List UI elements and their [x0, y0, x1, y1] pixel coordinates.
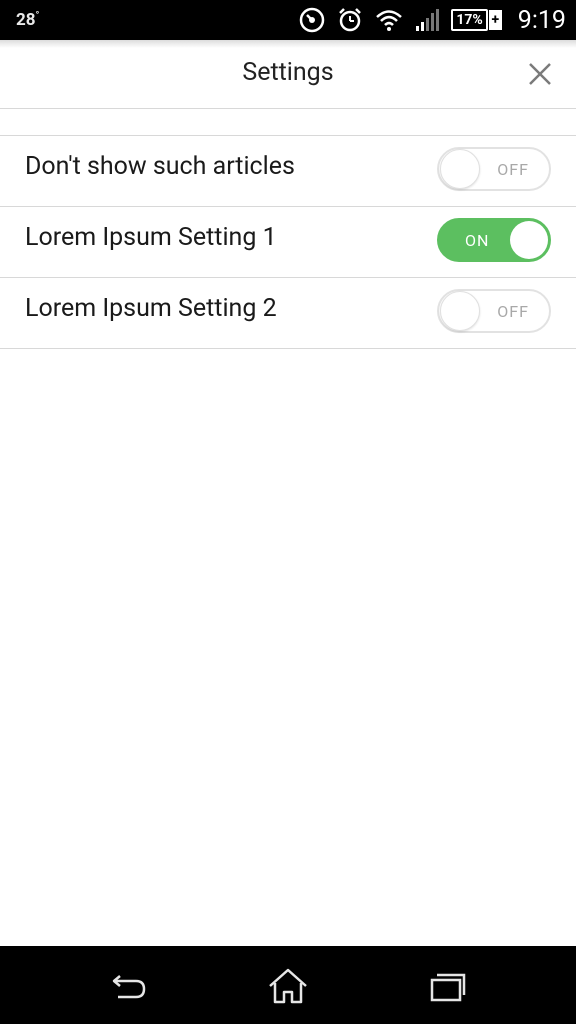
signal-icon — [415, 8, 440, 32]
toggle-switch[interactable]: OFF — [437, 289, 551, 333]
header-bar: Settings — [0, 40, 576, 109]
wifi-icon — [375, 8, 403, 32]
status-bar: 28° 17% + 9:19 — [0, 0, 576, 40]
alarm-clock-icon — [337, 7, 363, 33]
settings-screen: 28° 17% + 9:19 Settings Don't show such … — [0, 0, 576, 1024]
toggle-knob — [440, 291, 480, 331]
home-button[interactable] — [264, 964, 312, 1008]
setting-label: Don't show such articles — [25, 152, 295, 181]
battery-percent: 17% — [451, 9, 488, 31]
toggle-knob — [510, 221, 548, 259]
close-icon — [529, 63, 551, 85]
toggle-state-label: OFF — [497, 302, 529, 321]
charging-icon: + — [488, 10, 502, 30]
page-title: Settings — [242, 58, 334, 87]
close-button[interactable] — [524, 58, 556, 90]
setting-label: Lorem Ipsum Setting 1 — [25, 223, 277, 252]
back-button[interactable] — [104, 964, 152, 1008]
navigation-bar — [0, 946, 576, 1024]
battery-icon: 17% + — [451, 9, 502, 31]
setting-row-lorem-2: Lorem Ipsum Setting 2 OFF — [0, 278, 576, 349]
toggle-switch[interactable]: ON — [437, 218, 551, 262]
setting-row-dont-show-articles: Don't show such articles OFF — [0, 136, 576, 207]
setting-label: Lorem Ipsum Setting 2 — [25, 294, 277, 323]
recent-apps-icon — [430, 973, 466, 1002]
toggle-state-label: OFF — [497, 160, 529, 179]
toggle-state-label: ON — [465, 231, 490, 250]
status-icons: 17% + 9:19 — [299, 4, 566, 36]
temperature-value: 28 — [16, 10, 36, 30]
back-icon — [112, 975, 146, 999]
clock: 9:19 — [517, 5, 566, 35]
toggle-switch[interactable]: OFF — [437, 147, 551, 191]
recent-apps-button[interactable] — [424, 964, 472, 1008]
home-icon — [269, 968, 307, 1004]
header-shadow — [0, 40, 576, 48]
toggle-knob — [440, 149, 480, 189]
speedometer-icon — [299, 7, 325, 33]
settings-list: Don't show such articles OFF Lorem Ipsum… — [0, 135, 576, 349]
temperature-indicator: 28° — [16, 10, 40, 30]
setting-row-lorem-1: Lorem Ipsum Setting 1 ON — [0, 207, 576, 278]
